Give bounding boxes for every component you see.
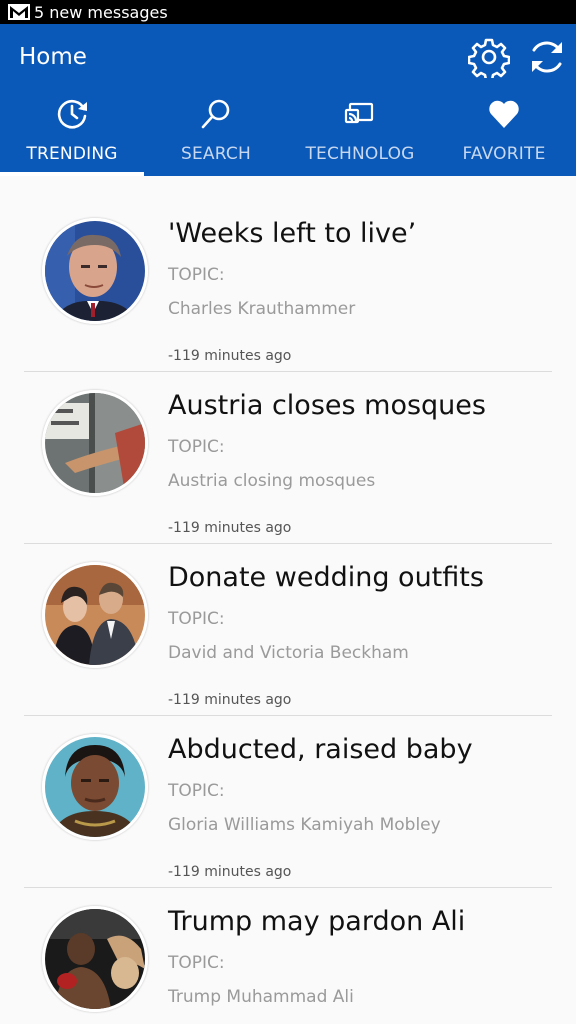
topic-label: TOPIC: <box>168 609 225 629</box>
list-item[interactable]: Austria closes mosques TOPIC: Austria cl… <box>24 372 552 544</box>
article-time: -119 minutes ago <box>168 864 292 880</box>
tab-technology-label: TECHNOLOG <box>305 144 415 164</box>
settings-button[interactable] <box>467 36 511 82</box>
tab-search-label: SEARCH <box>181 144 251 164</box>
topic-value: David and Victoria Beckham <box>168 643 409 663</box>
article-thumbnail <box>42 390 148 496</box>
article-time: -119 minutes ago <box>168 692 292 708</box>
tab-bar: TRENDING SEARCH TECHNOLOG FAVORITE <box>0 94 576 176</box>
topic-label: TOPIC: <box>168 265 225 285</box>
article-thumbnail <box>42 218 148 324</box>
article-headline: 'Weeks left to live’ <box>168 218 417 249</box>
list-item[interactable]: Donate wedding outfits TOPIC: David and … <box>24 544 552 716</box>
tab-technology[interactable]: TECHNOLOG <box>288 94 432 176</box>
topic-value: Gloria Williams Kamiyah Mobley <box>168 815 441 835</box>
topic-label: TOPIC: <box>168 781 225 801</box>
gmail-icon <box>8 4 30 20</box>
app-bar: Home TRENDING SEARCH TECHNOLOG FAVORITE <box>0 24 576 176</box>
refresh-icon <box>532 41 562 73</box>
article-headline: Abducted, raised baby <box>168 734 473 765</box>
topic-value: Charles Krauthammer <box>168 299 356 319</box>
topic-label: TOPIC: <box>168 953 225 973</box>
article-time: -119 minutes ago <box>168 348 292 364</box>
list-item[interactable]: Trump may pardon Ali TOPIC: Trump Muhamm… <box>24 888 552 1024</box>
article-thumbnail <box>42 906 148 1012</box>
search-icon <box>201 99 230 129</box>
gear-icon <box>467 38 511 82</box>
tab-favorite-label: FAVORITE <box>462 144 546 164</box>
tab-favorite[interactable]: FAVORITE <box>432 94 576 176</box>
cast-icon <box>344 102 374 124</box>
article-time: -119 minutes ago <box>168 520 292 536</box>
article-thumbnail <box>42 734 148 840</box>
tab-search[interactable]: SEARCH <box>144 94 288 176</box>
topic-value: Trump Muhammad Ali <box>168 987 354 1007</box>
clock-refresh-icon <box>57 99 87 129</box>
article-headline: Austria closes mosques <box>168 390 486 421</box>
topic-value: Austria closing mosques <box>168 471 376 491</box>
notification-text: 5 new messages <box>34 2 168 22</box>
list-item[interactable]: 'Weeks left to live’ TOPIC: Charles Krau… <box>24 200 552 372</box>
article-thumbnail <box>42 562 148 668</box>
topic-label: TOPIC: <box>168 437 225 457</box>
list-item[interactable]: Abducted, raised baby TOPIC: Gloria Will… <box>24 716 552 888</box>
status-bar: 5 new messages <box>0 0 576 24</box>
heart-icon <box>489 100 519 128</box>
page-title: Home <box>19 44 87 70</box>
article-headline: Trump may pardon Ali <box>168 906 466 937</box>
tab-trending-label: TRENDING <box>26 144 118 164</box>
tab-trending[interactable]: TRENDING <box>0 94 144 176</box>
article-headline: Donate wedding outfits <box>168 562 484 593</box>
article-list[interactable]: 'Weeks left to live’ TOPIC: Charles Krau… <box>0 176 576 1024</box>
refresh-button[interactable] <box>526 36 568 78</box>
